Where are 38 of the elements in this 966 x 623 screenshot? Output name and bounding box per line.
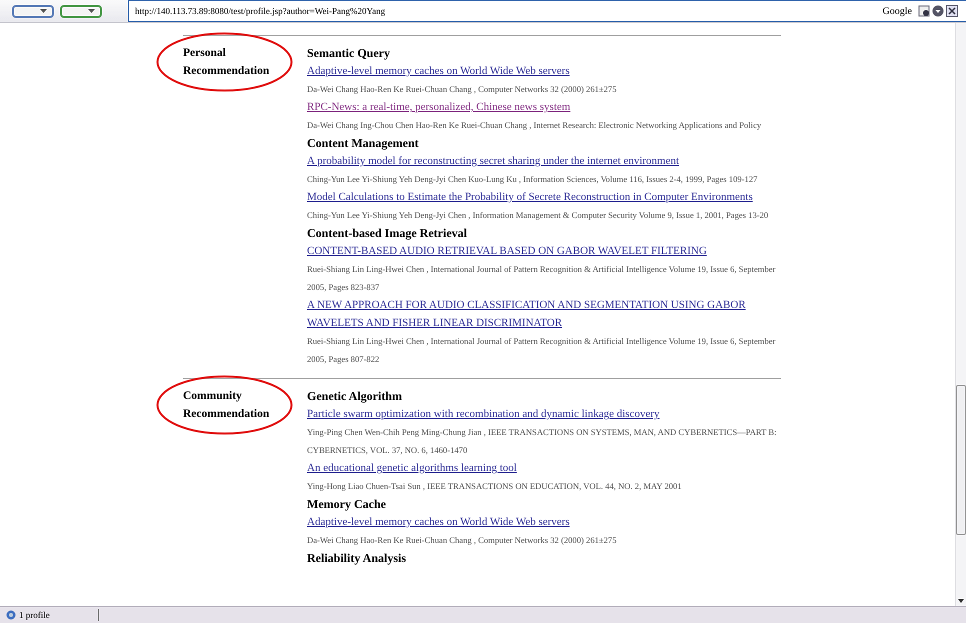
topic-heading: Semantic Query <box>307 45 391 62</box>
paper-link[interactable]: A probability model for reconstructing secret sharing under the internet environment <box>307 152 781 170</box>
topic-heading: Memory Cache <box>307 496 387 513</box>
status-text: 1 profile <box>19 610 50 620</box>
caret-icon <box>40 9 47 13</box>
paper-citation: Ching-Yun Lee Yi-Shiung Yeh Deng-Jyi Chen Kuo-Lung Ku , Information Sciences, Volume 116, Issues 2-4, 1999, Pages 109-127 <box>307 173 758 186</box>
paper-citation: Da-Wei Chang Ing-Chou Chen Hao-Ren Ke Ruei-Chuan Chang , Internet Research: Electronic Networking Applications and Policy <box>307 119 762 132</box>
paper-link[interactable]: A NEW APPROACH FOR AUDIO CLASSIFICATION AND SEGMENTATION USING GABOR WAVELETS AND FISHER LINEAR DISCRIMINATOR <box>307 296 781 332</box>
paper-citation: Ruei-Shiang Lin Ling-Hwei Chen , International Journal of Pattern Recognition & Artificial Intelligence Volume 19, Issue 6, September 2005, Pages 823-837 <box>307 263 776 294</box>
page-icon[interactable] <box>918 5 930 17</box>
paper-link[interactable]: Model Calculations to Estimate the Probability of Secrete Reconstruction in Computer Environments <box>307 188 781 206</box>
paper-citation: Ying-Hong Liao Chuen-Tsai Sun , IEEE TRANSACTIONS ON EDUCATION, VOL. 44, NO. 2, MAY 2001 <box>307 480 683 493</box>
address-text: http://140.113.73.89:8080/test/profile.jsp?author=Wei-Pang%20Yang <box>135 6 386 16</box>
topic-heading: Genetic Algorithm <box>307 388 403 405</box>
paper-link[interactable]: An educational genetic algorithms learning tool <box>307 459 781 477</box>
paper-link[interactable]: CONTENT-BASED AUDIO RETRIEVAL BASED ON GABOR WAVELET FILTERING <box>307 242 781 260</box>
paper-citation: Ching-Yun Lee Yi-Shiung Yeh Deng-Jyi Chen , Information Management & Computer Security Volume 9, Issue 1, 2001, Pages 13-20 <box>307 209 770 222</box>
paper-citation: Ruei-Shiang Lin Ling-Hwei Chen , International Journal of Pattern Recognition & Artificial Intelligence Volume 19, Issue 6, September 2005, Pages 807-822 <box>307 335 776 366</box>
paper-link[interactable]: Adaptive-level memory caches on World Wide Web servers <box>307 513 781 531</box>
circle-icon[interactable] <box>932 5 944 17</box>
address-bar[interactable]: http://140.113.73.89:8080/test/profile.jsp?author=Wei-Pang%20Yang Google <box>128 0 966 22</box>
paper-citation: Da-Wei Chang Hao-Ren Ke Ruei-Chuan Chang , Computer Networks 32 (2000) 261±275 <box>307 83 618 96</box>
scrollbar-thumb[interactable] <box>956 385 966 535</box>
topic-heading: Content Management <box>307 135 420 152</box>
paper-link[interactable]: RPC-News: a real-time, personalized, Chinese news system <box>307 98 781 116</box>
search-engine-label: Google <box>882 6 912 16</box>
paper-link[interactable]: Particle swarm optimization with recombination and dynamic linkage discovery <box>307 405 781 423</box>
paper-citation: Ying-Ping Chen Wen-Chih Peng Ming-Chung Jian , IEEE TRANSACTIONS ON SYSTEMS, MAN, AND CYBERNETICS—PART B: CYBERNETICS, VOL. 37, NO. 6, 1460-1470 <box>307 426 778 457</box>
topic-heading: Reliability Analysis <box>307 550 408 567</box>
menu-button[interactable] <box>12 4 54 18</box>
section-label: Personal Recommendation <box>183 46 270 79</box>
menu-button[interactable] <box>60 4 102 18</box>
topic-heading: Content-based Image Retrieval <box>307 225 468 242</box>
caret-icon <box>88 9 95 13</box>
close-icon[interactable] <box>946 5 958 17</box>
paper-link[interactable]: Adaptive-level memory caches on World Wide Web servers <box>307 62 781 80</box>
section-label: Community Recommendation <box>183 389 270 422</box>
paper-citation: Da-Wei Chang Hao-Ren Ke Ruei-Chuan Chang , Computer Networks 32 (2000) 261±275 <box>307 534 618 547</box>
